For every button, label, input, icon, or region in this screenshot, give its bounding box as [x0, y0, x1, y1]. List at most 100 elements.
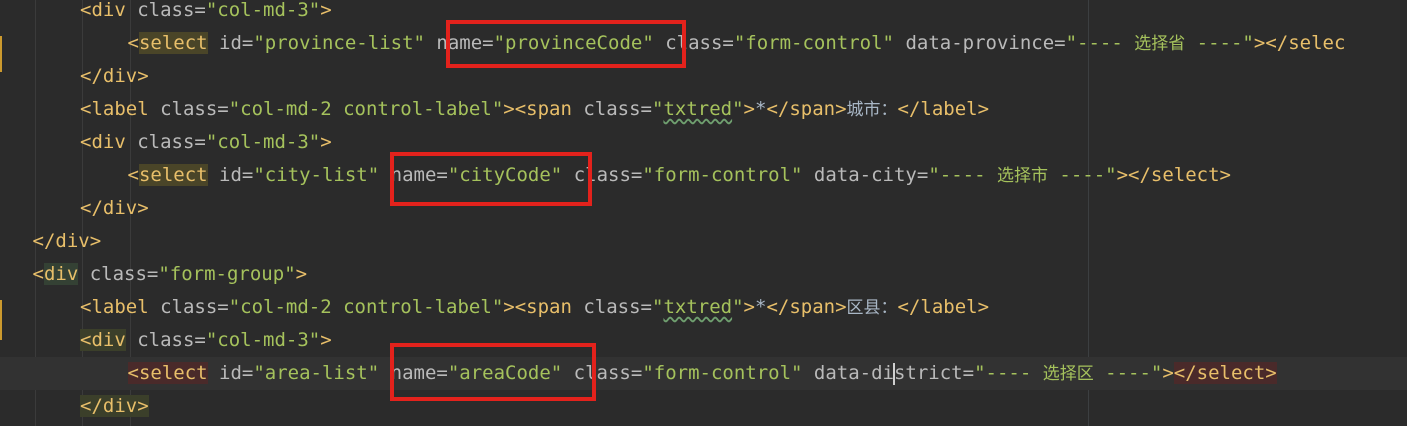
code-token: data-city= — [802, 164, 929, 186]
code-token: < — [80, 131, 92, 153]
code-line-text: </div> — [80, 390, 149, 423]
code-line[interactable]: <label class= "col-md-2 control-label"><s… — [0, 93, 1407, 126]
code-token: class= — [571, 296, 652, 318]
code-token: <select — [127, 362, 208, 384]
highlight-box-province-code — [446, 20, 686, 68]
code-line-text: <div class="form-group"> — [32, 258, 308, 291]
code-token: > — [295, 263, 308, 285]
code-line[interactable]: <select id="city-list" name="cityCode" c… — [0, 159, 1407, 192]
code-token: </span> — [766, 98, 847, 120]
code-line-text: </div> — [80, 60, 149, 93]
code-line-text: <label class="col-md-2 control-label"><s… — [80, 291, 989, 324]
code-token: ----" — [1047, 164, 1117, 186]
code-line-text: <div class="col-md-3"> — [80, 126, 332, 159]
code-line[interactable]: <div class="col-md-3"> — [0, 0, 1407, 27]
code-line[interactable]: </div> — [0, 390, 1407, 423]
code-token: class= — [148, 296, 229, 318]
code-line-text: <div class="col-md-3"> — [80, 324, 332, 357]
code-token: 选择省 — [1134, 34, 1186, 54]
code-line[interactable]: </div> — [0, 225, 1407, 258]
code-token: > — [743, 296, 755, 318]
code-token: <label — [80, 98, 149, 120]
code-token: "col-md-3" — [205, 0, 321, 21]
code-token: div — [43, 263, 79, 285]
code-token: "---- — [1065, 32, 1135, 54]
code-token: * — [754, 98, 767, 120]
code-token: id= — [207, 362, 254, 384]
code-token: ><span — [503, 98, 572, 120]
code-token: < — [80, 329, 92, 351]
code-token: data-di — [802, 362, 894, 384]
code-token: "form-control" — [733, 32, 894, 54]
code-line[interactable]: <label class="col-md-2 control-label"><s… — [0, 291, 1407, 324]
code-token: 选择市 — [996, 166, 1048, 186]
code-token: 城市： — [846, 100, 898, 120]
code-token: </div> — [80, 65, 149, 87]
code-token: id= — [207, 32, 254, 54]
code-token: ><span — [503, 296, 572, 318]
code-token: class= — [78, 263, 159, 285]
code-token: 选择区 — [1042, 364, 1094, 384]
highlight-box-area-code — [390, 343, 596, 401]
code-token: div — [91, 131, 126, 153]
code-line-text: </div> — [80, 192, 149, 225]
code-line-text: <div class="col-md-3"> — [80, 0, 332, 27]
code-token: select — [138, 164, 208, 186]
highlight-box-city-code — [390, 152, 592, 206]
code-token: <label — [80, 296, 149, 318]
code-token: strict= — [893, 362, 975, 384]
code-token: > — [1162, 362, 1174, 384]
code-token: > — [743, 98, 755, 120]
code-token: < — [127, 32, 139, 54]
code-token: "province-list" — [253, 32, 425, 54]
code-token: </label> — [897, 296, 990, 318]
code-token: "area-list" — [253, 362, 380, 384]
code-line[interactable]: <select id="province-list" name="provinc… — [0, 27, 1407, 60]
code-token: div — [91, 329, 126, 351]
code-line[interactable]: </div> — [0, 192, 1407, 225]
code-token: </div> — [80, 197, 149, 219]
code-token: </label> — [897, 98, 990, 120]
code-line[interactable]: <div class="form-group"> — [0, 258, 1407, 291]
code-token: "---- — [928, 164, 997, 186]
code-token: > — [320, 131, 332, 153]
code-token: select — [138, 32, 208, 54]
code-token: data-province= — [894, 32, 1066, 54]
code-line[interactable]: <div class="col-md-3"> — [0, 126, 1407, 159]
code-token: class= — [125, 0, 206, 21]
code-token: < — [127, 164, 139, 186]
code-token: </select> — [1173, 362, 1277, 384]
code-token: class= — [125, 131, 206, 153]
code-token: " — [651, 296, 664, 318]
code-token: > — [320, 329, 332, 351]
code-editor[interactable]: <div class="col-md-3"> <select id="provin… — [0, 0, 1407, 426]
code-token: "col-md-2 control-label" — [228, 98, 504, 120]
code-line[interactable]: <div class="col-md-3"> — [0, 324, 1407, 357]
code-line-text: <label class= "col-md-2 control-label"><s… — [80, 93, 989, 126]
code-token: "---- — [974, 362, 1043, 384]
code-token: ----" — [1093, 362, 1163, 384]
code-token: txtred — [663, 296, 733, 318]
code-token: "form-control" — [642, 362, 803, 384]
code-token: * — [754, 296, 767, 318]
code-line[interactable]: <select id="area-list" name="areaCode" c… — [0, 357, 1407, 390]
code-line-text: <select id="province-list" name="provinc… — [127, 27, 1345, 60]
code-line-text: <select id="city-list" name="cityCode" c… — [127, 159, 1231, 192]
code-token: class= — [571, 98, 652, 120]
code-token: "city-list" — [253, 164, 380, 186]
code-token: class= — [125, 329, 206, 351]
code-line-text: <select id="area-list" name="areaCode" c… — [127, 357, 1277, 390]
code-token: " — [732, 296, 744, 318]
code-token: ----" — [1185, 32, 1254, 54]
code-token: div — [91, 0, 126, 21]
code-token: < — [32, 263, 44, 285]
code-token: id= — [207, 164, 254, 186]
code-line[interactable]: </div> — [0, 60, 1407, 93]
code-token: "col-md-3" — [205, 329, 321, 351]
code-token: txtred — [663, 98, 733, 120]
code-token: </div> — [32, 230, 102, 252]
code-token: > — [320, 0, 332, 21]
